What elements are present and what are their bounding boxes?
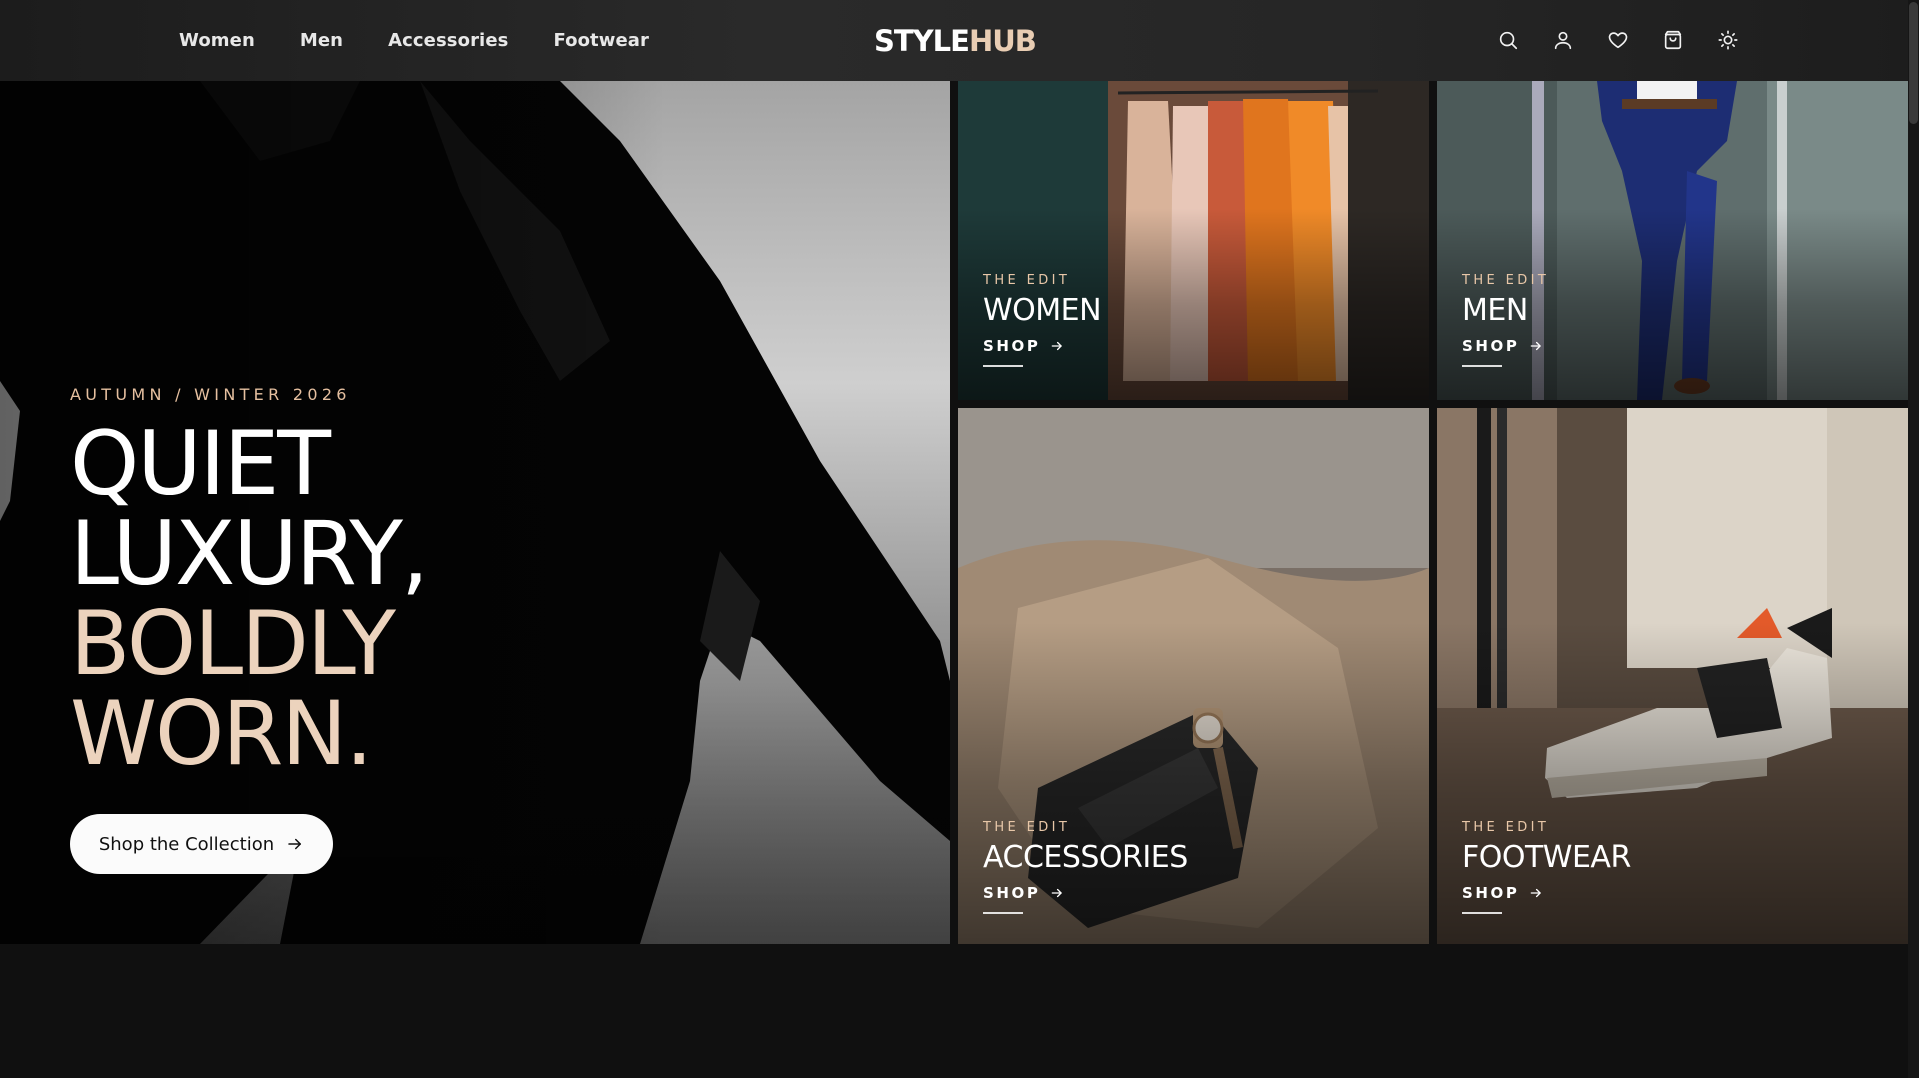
page: Women Men Accessories Footwear STYLEHUB — [0, 0, 1919, 1078]
hero-headline: QUIET LUXURY, BOLDLY WORN. — [70, 412, 429, 785]
nav-link-footwear[interactable]: Footwear — [553, 30, 649, 51]
accessories-shop-underline — [983, 912, 1023, 914]
site-header: Women Men Accessories Footwear STYLE HUB — [0, 0, 1908, 81]
scrollbar-thumb[interactable] — [1909, 2, 1918, 124]
accessories-tile-kicker: THE EDIT — [983, 820, 1071, 835]
women-tile-kicker: THE EDIT — [983, 273, 1071, 288]
headline-line-1: QUIET — [70, 412, 331, 515]
arrow-right-icon — [288, 838, 302, 850]
footwear-tile-title: FOOTWEAR — [1462, 840, 1631, 875]
shopping-bag-icon[interactable] — [1660, 26, 1685, 54]
main-nav: Women Men Accessories Footwear — [179, 0, 649, 81]
footwear-shop-label: SHOP — [1462, 884, 1520, 902]
user-icon[interactable] — [1550, 26, 1575, 54]
category-tile-women[interactable]: THE EDIT WOMEN SHOP — [958, 81, 1429, 400]
search-icon[interactable] — [1495, 26, 1520, 54]
sun-icon[interactable] — [1715, 26, 1740, 54]
category-tile-accessories[interactable]: THE EDIT ACCESSORIES SHOP — [958, 408, 1429, 944]
accessories-shop-label: SHOP — [983, 884, 1041, 902]
accessories-tile-title: ACCESSORIES — [983, 840, 1188, 875]
category-tile-men[interactable]: THE EDIT MEN SHOP — [1437, 81, 1908, 400]
accessories-shop-link[interactable]: SHOP — [983, 884, 1188, 902]
headline-line-2: LUXURY, — [70, 502, 429, 605]
page-scrollbar[interactable] — [1908, 0, 1919, 1078]
men-tile-info: THE EDIT MEN SHOP — [1462, 273, 1549, 367]
heart-icon[interactable] — [1605, 26, 1630, 54]
nav-link-men[interactable]: Men — [300, 30, 343, 51]
women-tile-title: WOMEN — [983, 293, 1102, 328]
footwear-tile-kicker: THE EDIT — [1462, 820, 1550, 835]
headline-line-4: WORN. — [70, 682, 373, 785]
women-shop-underline — [983, 365, 1023, 367]
arrow-right-icon — [1051, 341, 1062, 351]
arrow-right-icon — [1051, 888, 1062, 898]
women-shop-label: SHOP — [983, 337, 1041, 355]
men-tile-title: MEN — [1462, 293, 1528, 328]
brand-logo[interactable]: STYLE HUB — [874, 22, 1037, 60]
footwear-shop-link[interactable]: SHOP — [1462, 884, 1631, 902]
headline-line-3: BOLDLY — [70, 592, 396, 695]
arrow-right-icon — [1530, 341, 1541, 351]
accessories-tile-info: THE EDIT ACCESSORIES SHOP — [983, 820, 1188, 914]
brand-logo-part1: STYLE — [874, 24, 970, 58]
header-actions — [1495, 26, 1740, 54]
nav-link-accessories[interactable]: Accessories — [388, 30, 508, 51]
men-shop-link[interactable]: SHOP — [1462, 337, 1549, 355]
footwear-shop-underline — [1462, 912, 1502, 914]
category-tile-footwear[interactable]: THE EDIT FOOTWEAR SHOP — [1437, 408, 1908, 944]
women-shop-link[interactable]: SHOP — [983, 337, 1101, 355]
nav-link-women[interactable]: Women — [179, 30, 255, 51]
brand-logo-part2: HUB — [968, 24, 1037, 58]
shop-collection-button[interactable]: Shop the Collection — [70, 814, 333, 874]
men-shop-underline — [1462, 365, 1502, 367]
footwear-tile-info: THE EDIT FOOTWEAR SHOP — [1462, 820, 1631, 914]
arrow-right-icon — [1530, 888, 1541, 898]
shop-collection-label: Shop the Collection — [98, 833, 275, 855]
hero-banner: AUTUMN / WINTER 2026 QUIET LUXURY, BOLDL… — [0, 81, 950, 944]
men-shop-label: SHOP — [1462, 337, 1520, 355]
women-tile-info: THE EDIT WOMEN SHOP — [983, 273, 1102, 367]
hero-eyebrow: AUTUMN / WINTER 2026 — [70, 385, 351, 404]
men-tile-kicker: THE EDIT — [1462, 273, 1550, 288]
